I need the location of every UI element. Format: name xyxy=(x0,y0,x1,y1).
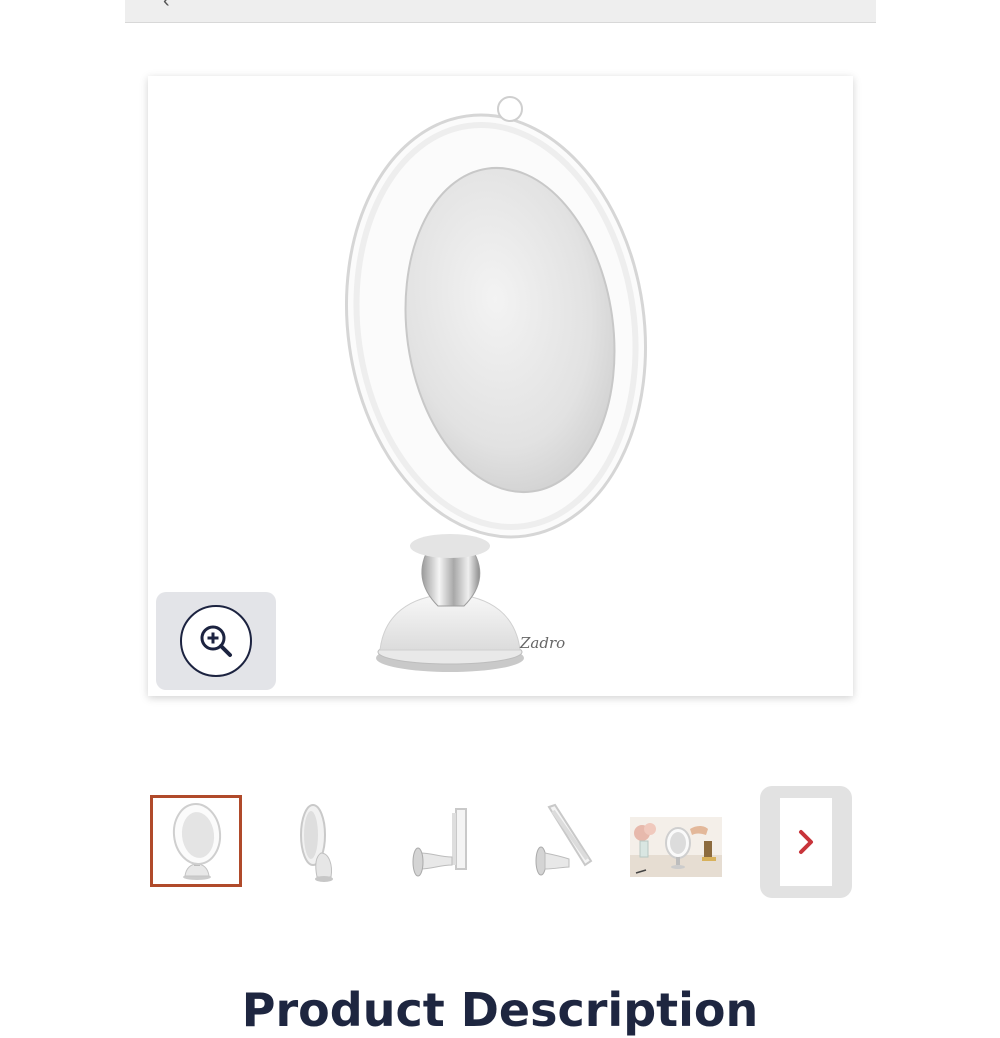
zoom-circle xyxy=(180,605,252,677)
mirror-wall-mount-thumb-image xyxy=(412,808,467,877)
main-product-image[interactable]: Zadro xyxy=(148,76,853,696)
back-icon[interactable]: ‹ xyxy=(163,0,170,13)
brand-logo: Zadro xyxy=(519,634,565,652)
mirror-lifestyle-thumb-image xyxy=(630,817,722,877)
thumbnail-strip xyxy=(148,786,854,898)
mirror-front-thumb-image xyxy=(172,803,222,880)
thumbnail-5[interactable] xyxy=(630,795,722,887)
top-bar: ‹ xyxy=(125,0,876,23)
thumbnail-4[interactable] xyxy=(525,795,617,887)
zoom-in-icon xyxy=(200,625,232,657)
mirror-side-thumb-image xyxy=(300,804,333,882)
thumbnail-1[interactable] xyxy=(150,795,242,887)
mirror-tilted-thumb-image xyxy=(535,803,593,876)
thumbnail-3[interactable] xyxy=(400,795,492,887)
zoom-button[interactable] xyxy=(156,592,276,690)
product-description-heading: Product Description xyxy=(241,983,759,1037)
chevron-right-icon xyxy=(799,830,813,854)
next-button-inner xyxy=(780,798,832,886)
thumbnail-2[interactable] xyxy=(275,795,367,887)
next-thumbnails-button[interactable] xyxy=(760,786,852,898)
